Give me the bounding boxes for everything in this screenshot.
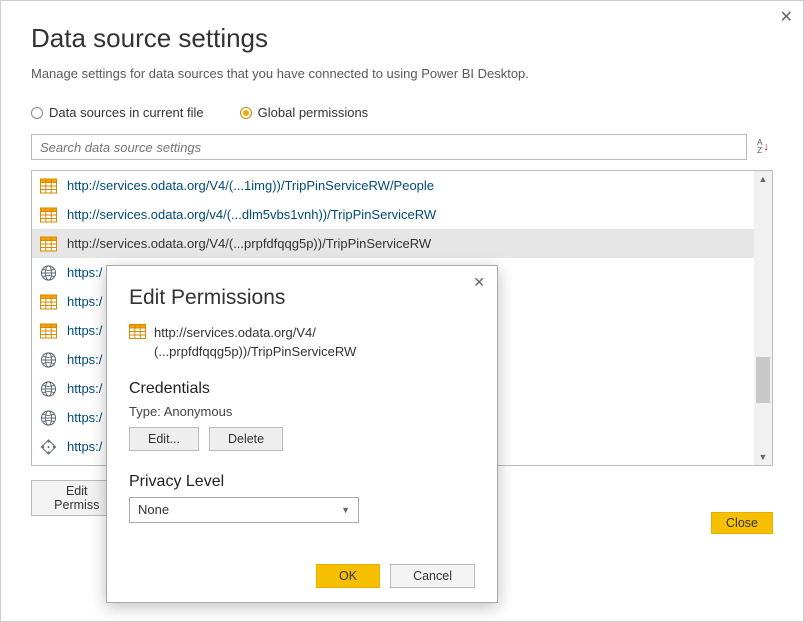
- list-item-label: https:/: [67, 439, 102, 454]
- list-item-label: https:/: [67, 265, 102, 280]
- table-icon: [40, 178, 57, 193]
- globe-icon: [40, 265, 57, 280]
- globe-icon: [40, 410, 57, 425]
- sort-button[interactable]: A Z ↓: [753, 137, 773, 157]
- radio-current-file-label: Data sources in current file: [49, 105, 204, 120]
- privacy-heading: Privacy Level: [129, 473, 475, 491]
- edit-credentials-button[interactable]: Edit...: [129, 427, 199, 451]
- table-icon: [40, 236, 57, 251]
- cancel-button[interactable]: Cancel: [390, 564, 475, 588]
- radio-global-permissions[interactable]: Global permissions: [240, 105, 369, 120]
- list-item-label: http://services.odata.org/v4/(...dlm5vbs…: [67, 207, 436, 222]
- modal-source-line2: (...prpfdfqqg5p))/TripPinServiceRW: [154, 344, 356, 359]
- radio-current-file[interactable]: Data sources in current file: [31, 105, 204, 120]
- list-item-label: https:/: [67, 352, 102, 367]
- page-title: Data source settings: [31, 23, 773, 54]
- list-item-label: http://services.odata.org/V4/(...prpfdfq…: [67, 236, 431, 251]
- scroll-up-icon[interactable]: ▲: [759, 171, 768, 187]
- diamond-icon: [40, 439, 57, 454]
- list-item[interactable]: http://services.odata.org/V4/(...1img))/…: [32, 171, 754, 200]
- search-input[interactable]: [31, 134, 747, 160]
- list-item[interactable]: http://services.odata.org/v4/(...dlm5vbs…: [32, 200, 754, 229]
- list-item-label: https:/: [67, 410, 102, 425]
- privacy-level-select[interactable]: None ▼: [129, 497, 359, 523]
- radio-dot-icon: [31, 107, 43, 119]
- table-icon: [129, 324, 146, 339]
- list-item-label: https:/: [67, 381, 102, 396]
- modal-source-line1: http://services.odata.org/V4/: [154, 325, 316, 340]
- privacy-level-value: None: [138, 502, 169, 517]
- credentials-type: Type: Anonymous: [129, 404, 475, 419]
- page-subtitle: Manage settings for data sources that yo…: [31, 66, 773, 81]
- table-icon: [40, 294, 57, 309]
- list-item-label: https:/: [67, 294, 102, 309]
- table-icon: [40, 207, 57, 222]
- close-button[interactable]: Close: [711, 512, 773, 534]
- modal-close-icon[interactable]: ✕: [473, 274, 485, 291]
- close-icon[interactable]: ✕: [780, 7, 793, 27]
- chevron-down-icon: ▼: [341, 505, 350, 515]
- list-item-label: http://services.odata.org/V4/(...1img))/…: [67, 178, 434, 193]
- radio-dot-icon: [240, 107, 252, 119]
- scrollbar[interactable]: ▲ ▼: [754, 171, 772, 465]
- radio-global-label: Global permissions: [258, 105, 369, 120]
- sort-arrow-icon: ↓: [763, 142, 769, 153]
- scroll-track[interactable]: [754, 187, 772, 449]
- modal-title: Edit Permissions: [129, 286, 475, 310]
- ok-button[interactable]: OK: [316, 564, 380, 588]
- table-icon: [40, 323, 57, 338]
- modal-source-text: http://services.odata.org/V4/ (...prpfdf…: [154, 324, 356, 362]
- delete-credentials-button[interactable]: Delete: [209, 427, 283, 451]
- scroll-down-icon[interactable]: ▼: [759, 449, 768, 465]
- credentials-heading: Credentials: [129, 380, 475, 398]
- edit-permissions-dialog: ✕ Edit Permissions http://services.odata…: [106, 265, 498, 603]
- list-item-label: https:/: [67, 323, 102, 338]
- globe-icon: [40, 352, 57, 367]
- scroll-thumb[interactable]: [756, 357, 770, 403]
- list-item[interactable]: http://services.odata.org/V4/(...prpfdfq…: [32, 229, 754, 258]
- sort-z: Z: [757, 147, 762, 155]
- globe-icon: [40, 381, 57, 396]
